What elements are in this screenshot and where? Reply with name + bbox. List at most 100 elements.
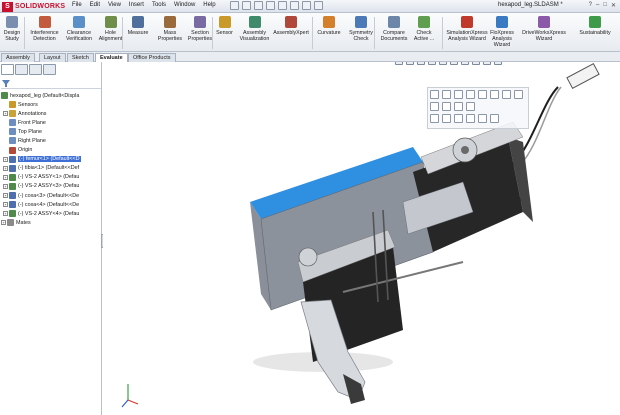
minimize-button[interactable]: –: [596, 2, 599, 9]
ctx-isolate-icon[interactable]: [490, 90, 499, 99]
tab-layout[interactable]: Layout: [39, 53, 66, 62]
tab-evaluate[interactable]: Evaluate: [95, 53, 128, 62]
undo-icon[interactable]: [278, 1, 287, 10]
expand-toggle-icon[interactable]: +: [3, 202, 8, 208]
property-manager-tab-icon[interactable]: [15, 64, 28, 75]
ctx-transparency-icon[interactable]: [466, 90, 475, 99]
solidworks-logo[interactable]: S SOLIDWORKS: [2, 1, 65, 12]
mass-properties-button[interactable]: Mass Properties: [157, 16, 183, 42]
ctx-zoom-icon[interactable]: [454, 102, 463, 111]
expand-toggle-icon[interactable]: +: [3, 111, 8, 117]
expand-toggle-icon[interactable]: +: [3, 211, 8, 217]
save-icon[interactable]: [254, 1, 263, 10]
expand-toggle-icon[interactable]: +: [3, 174, 8, 180]
tree-item[interactable]: + (-) coxa<4> (Default<<De: [3, 200, 79, 209]
ctx-properties-icon[interactable]: [514, 90, 523, 99]
configuration-manager-tab-icon[interactable]: [29, 64, 42, 75]
tree-item[interactable]: + (-) VS-2 ASSY<3> (Defau: [3, 182, 79, 191]
menu-tools[interactable]: Tools: [152, 2, 166, 8]
ctx-rotate-icon[interactable]: [442, 102, 451, 111]
tab-sketch[interactable]: Sketch: [67, 53, 94, 62]
check-active-button[interactable]: Check Active ...: [412, 16, 436, 42]
tree-item[interactable]: Origin: [3, 146, 32, 155]
tree-root-assembly[interactable]: hexapod_leg (Default<Displa: [1, 91, 79, 100]
sensors-icon: [9, 101, 16, 108]
menu-edit[interactable]: Edit: [90, 2, 100, 8]
hole-alignment-button[interactable]: Hole Alignment: [97, 16, 124, 42]
curvature-button[interactable]: Curvature: [316, 16, 342, 36]
ctx-move-icon[interactable]: [430, 102, 439, 111]
close-button[interactable]: ✕: [611, 2, 616, 9]
ctx-measure-icon[interactable]: [490, 114, 499, 123]
ctx-mate-icon[interactable]: [502, 90, 511, 99]
appearance-manager-tab-icon[interactable]: [43, 64, 56, 75]
symmetry-check-button[interactable]: Symmetry Check: [346, 16, 376, 42]
select-icon[interactable]: [290, 1, 299, 10]
interference-button[interactable]: Interference Detection: [28, 16, 61, 42]
ctx-settings-icon[interactable]: [478, 114, 487, 123]
ribbon-button-label: Mass Properties: [157, 30, 183, 42]
tree-item[interactable]: + (-) femur<1> (Default<<D: [3, 155, 81, 164]
print-icon[interactable]: [266, 1, 275, 10]
menu-view[interactable]: View: [108, 2, 121, 8]
tree-item[interactable]: Top Plane: [3, 127, 42, 136]
help-button[interactable]: ?: [589, 2, 592, 9]
graphics-viewport[interactable]: [103, 62, 620, 415]
menu-help[interactable]: Help: [203, 2, 215, 8]
tab-office-products[interactable]: Office Products: [128, 53, 176, 62]
assembly-model[interactable]: [103, 62, 620, 415]
tree-item[interactable]: + (-) coxa<3> (Default<<De: [3, 191, 79, 200]
assembly-visualization-button[interactable]: Assembly Visualization: [238, 16, 271, 42]
clearance-button[interactable]: Clearance Verification: [63, 16, 95, 42]
rebuild-icon[interactable]: [302, 1, 311, 10]
design-study-button[interactable]: Design Study: [2, 16, 22, 42]
expand-toggle-icon[interactable]: +: [3, 156, 8, 162]
ctx-more-icon[interactable]: [466, 114, 475, 123]
ribbon-button-label: Compare Documents: [380, 30, 408, 42]
tree-item[interactable]: + (-) tibia<1> (Default<<Def: [3, 164, 79, 173]
menu-window[interactable]: Window: [174, 2, 195, 8]
compare-documents-button[interactable]: Compare Documents: [378, 16, 410, 42]
subassembly-icon: [9, 182, 16, 190]
tree-item[interactable]: + (-) VS-2 ASSY<4> (Defau: [3, 209, 79, 218]
tree-item[interactable]: + Annotations: [3, 109, 46, 118]
ctx-hide-icon[interactable]: [454, 90, 463, 99]
tree-filter[interactable]: [1, 79, 101, 89]
section-properties-button[interactable]: Section Properties: [186, 16, 214, 42]
feature-manager-tab-icon[interactable]: [1, 64, 14, 75]
ctx-edit-component-icon[interactable]: [442, 90, 451, 99]
measure-button[interactable]: Measure: [126, 16, 150, 36]
ctx-appearance-icon[interactable]: [478, 90, 487, 99]
expand-toggle-icon[interactable]: +: [3, 183, 8, 189]
sensor-button[interactable]: Sensor: [214, 16, 235, 36]
expand-toggle-icon[interactable]: +: [3, 165, 8, 171]
menu-file[interactable]: File: [72, 2, 82, 8]
open-document-icon[interactable]: [242, 1, 251, 10]
sustainability-button[interactable]: Sustainability: [575, 16, 615, 36]
ctx-color-icon[interactable]: [454, 114, 463, 123]
assembly-xpert-button[interactable]: AssemblyXpert: [272, 16, 310, 36]
tree-item[interactable]: Front Plane: [3, 118, 46, 127]
tree-item[interactable]: + (-) VS-2 ASSY<1> (Defau: [3, 173, 79, 182]
expand-toggle-icon[interactable]: +: [1, 220, 6, 226]
filter-icon[interactable]: [1, 79, 11, 88]
floxpress-icon: [496, 16, 508, 28]
simulationxpress-button[interactable]: SimulationXpress Analysis Wizard: [446, 16, 488, 42]
tree-item[interactable]: Sensors: [3, 100, 38, 109]
command-manager-ribbon: Design Study Interference Detection Cleara…: [0, 13, 620, 52]
tree-item[interactable]: + Mates: [1, 218, 31, 227]
new-document-icon[interactable]: [230, 1, 239, 10]
maximize-button[interactable]: □: [603, 2, 607, 9]
tab-assembly[interactable]: Assembly: [1, 53, 35, 62]
driveworksxpress-button[interactable]: DriveWorksXpress Wizard: [520, 16, 568, 42]
annotations-icon: [9, 110, 16, 118]
ctx-view-icon[interactable]: [466, 102, 475, 111]
tree-item[interactable]: Right Plane: [3, 136, 46, 145]
ctx-select-other-icon[interactable]: [442, 114, 451, 123]
options-icon[interactable]: [314, 1, 323, 10]
menu-insert[interactable]: Insert: [129, 2, 144, 8]
expand-toggle-icon[interactable]: +: [3, 193, 8, 198]
ctx-open-part-icon[interactable]: [430, 90, 439, 99]
ctx-normal-to-icon[interactable]: [430, 114, 439, 123]
floxpress-button[interactable]: FloXpress Analysis Wizard: [487, 16, 517, 48]
